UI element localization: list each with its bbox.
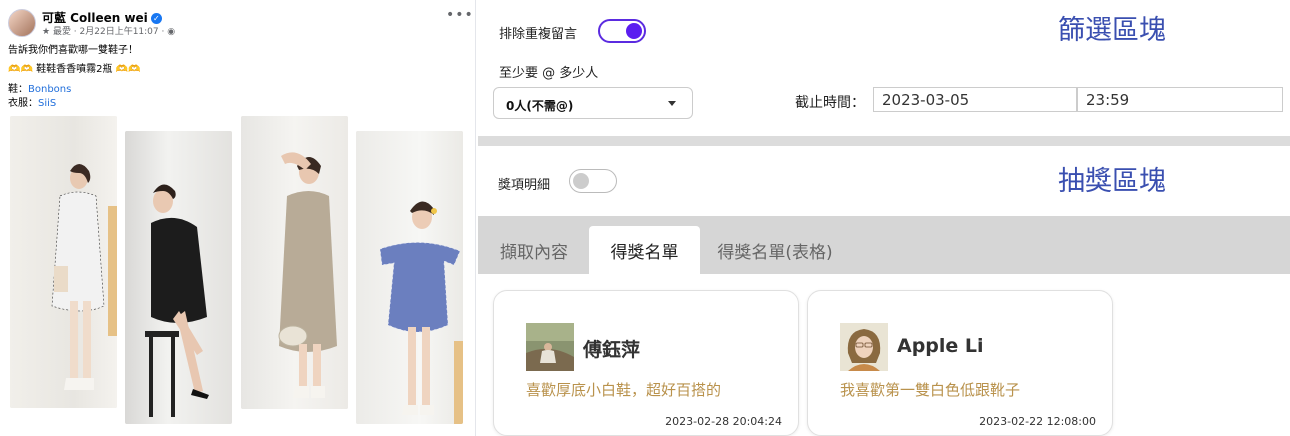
- author-name-text[interactable]: 可藍 Colleen wei: [42, 11, 148, 25]
- result-tabs: 擷取內容 得獎名單 得獎名單(表格): [478, 216, 1290, 274]
- toggle-knob: [626, 23, 642, 39]
- post-photo-2[interactable]: [125, 131, 232, 424]
- winner-time: 2023-02-28 20:04:24: [665, 415, 782, 428]
- post-photo-3[interactable]: [241, 116, 348, 409]
- winner-card: Apple Li 我喜歡第一雙白色低跟靴子 2023-02-22 12:08:0…: [807, 290, 1113, 436]
- post-photo-4[interactable]: [356, 131, 463, 424]
- winner-comment: 我喜歡第一雙白色低跟靴子: [840, 381, 1021, 399]
- winner-avatar-image: [840, 323, 888, 371]
- winner-time: 2023-02-22 12:08:00: [979, 415, 1096, 428]
- prize-detail-toggle[interactable]: [569, 169, 617, 193]
- min-tag-select-value: 0人(不需@): [506, 99, 574, 113]
- hands-emoji-icon: 🫶🫶: [115, 64, 141, 75]
- post-meta: ★ 最愛 · 2月22日上午11:07 · ◉: [42, 27, 176, 37]
- post-line-1: 告訴我你們喜歡哪一雙鞋子！: [8, 45, 138, 56]
- post-photo-1[interactable]: [10, 116, 117, 408]
- winner-name: Apple Li: [897, 335, 984, 357]
- deadline-time-input[interactable]: 23:59: [1077, 87, 1283, 112]
- draw-section-title: 抽獎區塊: [1058, 166, 1166, 197]
- chevron-down-icon: [668, 101, 676, 106]
- facebook-post: 可藍 Colleen wei ✓ ★ 最愛 · 2月22日上午11:07 · ◉ …: [0, 0, 476, 436]
- post-meta-text[interactable]: 最愛 · 2月22日上午11:07 ·: [53, 27, 167, 37]
- verified-icon: ✓: [150, 13, 162, 24]
- clothes-link[interactable]: SiiS: [38, 98, 56, 109]
- deadline-date-input[interactable]: 2023-03-05: [873, 87, 1077, 112]
- tab-fetch-content[interactable]: 擷取內容: [486, 226, 582, 274]
- min-tag-label: 至少要 @ 多少人: [499, 66, 599, 81]
- winner-avatar-image: [526, 323, 574, 371]
- photo-4-figure: [379, 201, 463, 424]
- post-line-2-text: 鞋鞋香香噴霧2瓶: [36, 64, 113, 75]
- tab-winner-list[interactable]: 得獎名單: [589, 226, 700, 274]
- toggle-knob: [573, 173, 589, 189]
- photo-1-figure: [51, 164, 117, 390]
- more-options-icon[interactable]: •••: [446, 7, 474, 23]
- hands-emoji-icon: 🫶🫶: [8, 64, 33, 75]
- section-divider: [478, 136, 1290, 146]
- tab-winner-table[interactable]: 得獎名單(表格): [707, 226, 843, 274]
- post-clothes-line: 衣服：SiiS: [8, 94, 56, 109]
- globe-icon: ◉: [167, 27, 176, 37]
- exclude-duplicate-toggle[interactable]: [598, 19, 646, 43]
- photo-2-figure: [145, 184, 209, 417]
- winner-comment: 喜歡厚底小白鞋，超好百搭的: [526, 381, 722, 399]
- winner-avatar: [526, 323, 574, 371]
- screen: 可藍 Colleen wei ✓ ★ 最愛 · 2月22日上午11:07 · ◉ …: [0, 0, 1290, 436]
- photo-3-figure: [278, 152, 337, 398]
- author-avatar[interactable]: [8, 9, 36, 37]
- post-line-2: 🫶🫶 鞋鞋香香噴霧2瓶 🫶🫶: [8, 60, 141, 75]
- filter-section-title: 篩選區塊: [1058, 15, 1166, 46]
- lottery-panel: 排除重複留言 篩選區塊 至少要 @ 多少人 0人(不需@) 截止時間： 2023…: [478, 0, 1290, 436]
- prize-detail-label: 獎項明細: [498, 178, 551, 193]
- deadline-label: 截止時間：: [795, 95, 865, 111]
- min-tag-select[interactable]: 0人(不需@): [493, 87, 693, 119]
- clothes-label: 衣服：: [8, 98, 38, 109]
- winner-name: 傅鈺萍: [583, 339, 641, 361]
- winner-card: 傅鈺萍 喜歡厚底小白鞋，超好百搭的 2023-02-28 20:04:24: [493, 290, 799, 436]
- post-shoes-line: 鞋：Bonbons: [8, 80, 71, 95]
- exclude-duplicate-label: 排除重複留言: [499, 27, 578, 42]
- winner-avatar: [840, 323, 888, 371]
